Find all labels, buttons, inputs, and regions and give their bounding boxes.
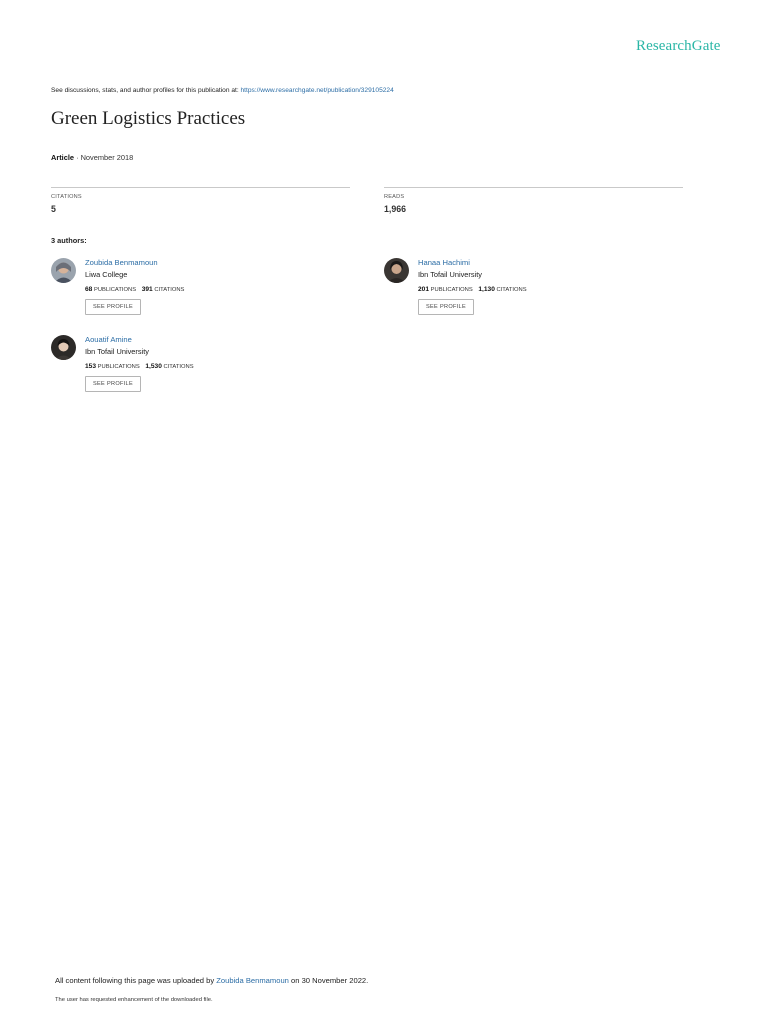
avatar[interactable]: [51, 335, 76, 360]
avatar[interactable]: [51, 258, 76, 283]
author-card: Zoubida Benmamoun Liwa College 68 PUBLIC…: [51, 258, 331, 328]
citations-label: CITATIONS: [51, 194, 82, 200]
author-stats: 153 PUBLICATIONS 1,530 CITATIONS: [85, 363, 194, 370]
publications-label: PUBLICATIONS: [93, 287, 137, 293]
upload-notice-prefix: All content following this page was uplo…: [55, 976, 215, 985]
see-profile-button[interactable]: SEE PROFILE: [85, 299, 141, 315]
publication-link[interactable]: https://www.researchgate.net/publication…: [241, 87, 394, 94]
author-stats: 68 PUBLICATIONS 391 CITATIONS: [85, 286, 184, 293]
author-citations-label: CITATIONS: [163, 364, 194, 370]
author-citations-count: 1,130: [478, 286, 495, 293]
upload-notice-suffix: on 30 November 2022.: [291, 976, 369, 985]
publications-label: PUBLICATIONS: [97, 364, 140, 370]
author-card: Hanaa Hachimi Ibn Tofail University 201 …: [384, 258, 664, 328]
author-card: Aouatif Amine Ibn Tofail University 153 …: [51, 335, 331, 405]
author-citations-count: 391: [141, 286, 153, 293]
author-citations-count: 1,530: [145, 363, 162, 370]
publications-label: PUBLICATIONS: [430, 287, 473, 293]
authors-heading: 3 authors:: [51, 236, 87, 245]
author-citations-label: CITATIONS: [496, 287, 527, 293]
enhancement-note: The user has requested enhancement of th…: [55, 997, 213, 1003]
publications-count: 153: [85, 363, 97, 370]
researchgate-logo[interactable]: ResearchGate: [636, 38, 720, 55]
meta-separator: ·: [74, 153, 81, 162]
see-profile-button[interactable]: SEE PROFILE: [418, 299, 474, 315]
author-institution: Ibn Tofail University: [85, 347, 149, 356]
uploader-link[interactable]: Zoubida Benmamoun: [216, 976, 289, 985]
publications-count: 201: [418, 286, 430, 293]
author-stats: 201 PUBLICATIONS 1,130 CITATIONS: [418, 286, 527, 293]
reads-value: 1,966: [384, 204, 407, 214]
see-profile-button[interactable]: SEE PROFILE: [85, 376, 141, 392]
author-name-link[interactable]: Aouatif Amine: [85, 335, 194, 344]
author-institution: Ibn Tofail University: [418, 270, 482, 279]
citations-value: 5: [51, 204, 56, 214]
author-name-link[interactable]: Hanaa Hachimi: [418, 258, 527, 267]
publication-title: Green Logistics Practices: [51, 108, 246, 129]
avatar[interactable]: [384, 258, 409, 283]
reads-label: READS: [384, 194, 405, 200]
citations-stat: CITATIONS 5: [51, 187, 350, 214]
publications-count: 68: [85, 286, 93, 293]
author-citations-label: CITATIONS: [154, 287, 185, 293]
discussion-notice: See discussions, stats, and author profi…: [51, 87, 394, 94]
publication-date: November 2018: [80, 153, 134, 162]
discussion-notice-text: See discussions, stats, and author profi…: [51, 87, 239, 94]
publication-type: Article: [51, 153, 75, 162]
author-institution: Liwa College: [85, 270, 128, 279]
author-name-link[interactable]: Zoubida Benmamoun: [85, 258, 184, 267]
upload-notice: All content following this page was uplo…: [55, 976, 368, 985]
publication-meta: Article · November 2018: [51, 153, 133, 162]
reads-stat: READS 1,966: [384, 187, 683, 214]
